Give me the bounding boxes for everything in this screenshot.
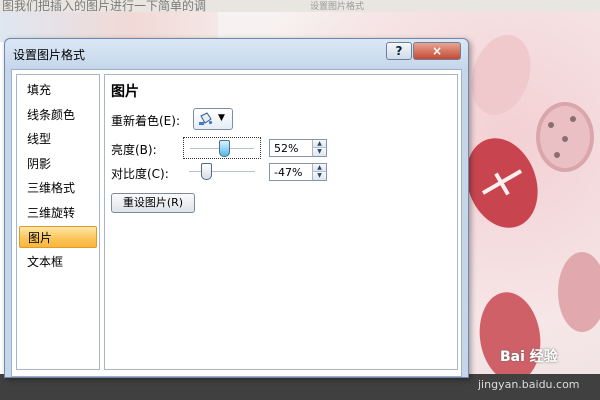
nav-item[interactable]: 填充 — [19, 79, 97, 101]
nav-item[interactable]: 三维旋转 — [19, 202, 97, 224]
recolor-label: 重新着色(E): — [111, 114, 180, 128]
recolor-dropdown[interactable]: ▼ — [193, 108, 233, 130]
help-button[interactable]: ? — [386, 42, 412, 60]
picture-panel: 图片 重新着色(E): ▼ 亮度(B): 52% ▲ ▼ 对比度(C): -47… — [104, 74, 458, 370]
category-list: 填充线条颜色 线型阴影 三维格式三维旋转 图片文本框 — [16, 74, 100, 370]
nav-item[interactable]: 线型 — [19, 128, 97, 150]
format-picture-dialog: 设置图片格式 ? × 填充 线条颜色 线型 阴影 三维格式 三维旋转 图片 文本框 图片 重新… — [4, 38, 469, 378]
spin-down-icon[interactable]: ▼ — [313, 172, 326, 180]
background-topbar: 图我们把插入的图片进行一下简单的调 设置图片格式 — [0, 0, 600, 12]
spin-up-icon[interactable]: ▲ — [313, 164, 326, 172]
brightness-spinbox[interactable]: 52% ▲ ▼ — [269, 139, 327, 157]
dialog-titlebar[interactable]: 设置图片格式 ? × — [5, 39, 468, 67]
spin-down-icon[interactable]: ▼ — [313, 148, 326, 156]
reset-picture-button[interactable]: 重设图片(R) — [111, 193, 195, 213]
nav-item[interactable]: 图片 — [19, 226, 97, 248]
brightness-label: 亮度(B): — [111, 143, 157, 157]
dialog-title: 设置图片格式 — [13, 48, 86, 62]
dialog-body: 填充 线条颜色 线型 阴影 三维格式 三维旋转 图片 文本框 图片 重新着色(E): ▼ 亮度… — [11, 69, 462, 377]
watermark-url: jingyan.baidu.com — [478, 378, 580, 391]
brightness-value: 52% — [274, 142, 299, 155]
paint-bucket-icon — [199, 112, 213, 125]
nav-item[interactable]: 线条颜色 — [19, 104, 97, 126]
background-caption-2: 设置图片格式 — [310, 2, 365, 12]
contrast-value: -47% — [274, 166, 303, 179]
nail-shape — [558, 252, 600, 332]
nav-item[interactable]: 三维格式 — [19, 177, 97, 199]
close-button[interactable]: × — [413, 42, 461, 60]
nav-item[interactable]: 文本框 — [19, 251, 97, 273]
brightness-slider[interactable] — [183, 137, 261, 159]
spin-up-icon[interactable]: ▲ — [313, 140, 326, 148]
background-caption: 图我们把插入的图片进行一下简单的调 — [2, 0, 207, 12]
section-title: 图片 — [111, 84, 139, 100]
chevron-down-icon: ▼ — [218, 113, 225, 123]
contrast-slider-thumb[interactable] — [201, 163, 213, 180]
contrast-spinbox[interactable]: -47% ▲ ▼ — [269, 163, 327, 181]
contrast-slider[interactable] — [183, 161, 261, 183]
watermark-logo: Bai 经验 — [500, 349, 558, 365]
contrast-label: 对比度(C): — [111, 167, 169, 181]
nav-item[interactable]: 阴影 — [19, 153, 97, 175]
brightness-slider-thumb[interactable] — [219, 140, 231, 157]
